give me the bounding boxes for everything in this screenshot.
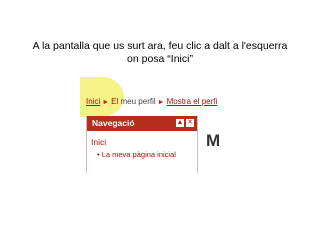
breadcrumb-show-profile-link[interactable]: Mostra el perfi	[167, 97, 218, 106]
navigation-controls: ▲ ×	[176, 119, 194, 127]
main-heading: M	[206, 131, 220, 150]
breadcrumb: Inici ► El meu perfil ► Mostra el perfi	[86, 97, 217, 108]
slide: A la pantalla que us surt ara, feu clic …	[0, 0, 320, 240]
instruction-line-1: A la pantalla que us surt ara, feu clic …	[32, 40, 288, 52]
breadcrumb-separator-icon: ►	[102, 99, 110, 106]
navigation-block: Navegació ▲ × Inici • La meva pàgina ini…	[86, 116, 198, 173]
breadcrumb-separator-icon: ►	[157, 99, 165, 106]
breadcrumb-profile-rest: meu perfil	[118, 97, 156, 106]
breadcrumb-home-link[interactable]: Inici	[86, 97, 100, 106]
breadcrumb-profile[interactable]: El meu perfil	[111, 97, 155, 106]
close-icon[interactable]: ×	[186, 119, 194, 127]
instruction-line-2: on posa “Inici”	[127, 53, 193, 65]
navigation-my-home-link[interactable]: • La meva pàgina inicial	[87, 150, 197, 159]
collapse-icon[interactable]: ▲	[176, 119, 184, 127]
navigation-header: Navegació ▲ ×	[87, 116, 197, 131]
moodle-screenshot: Inici ► El meu perfil ► Mostra el perfi Nave…	[80, 77, 220, 173]
navigation-title: Navegació	[92, 118, 135, 128]
instruction-text: A la pantalla que us surt ara, feu clic …	[0, 40, 320, 66]
navigation-home-link[interactable]: Inici	[87, 137, 197, 147]
